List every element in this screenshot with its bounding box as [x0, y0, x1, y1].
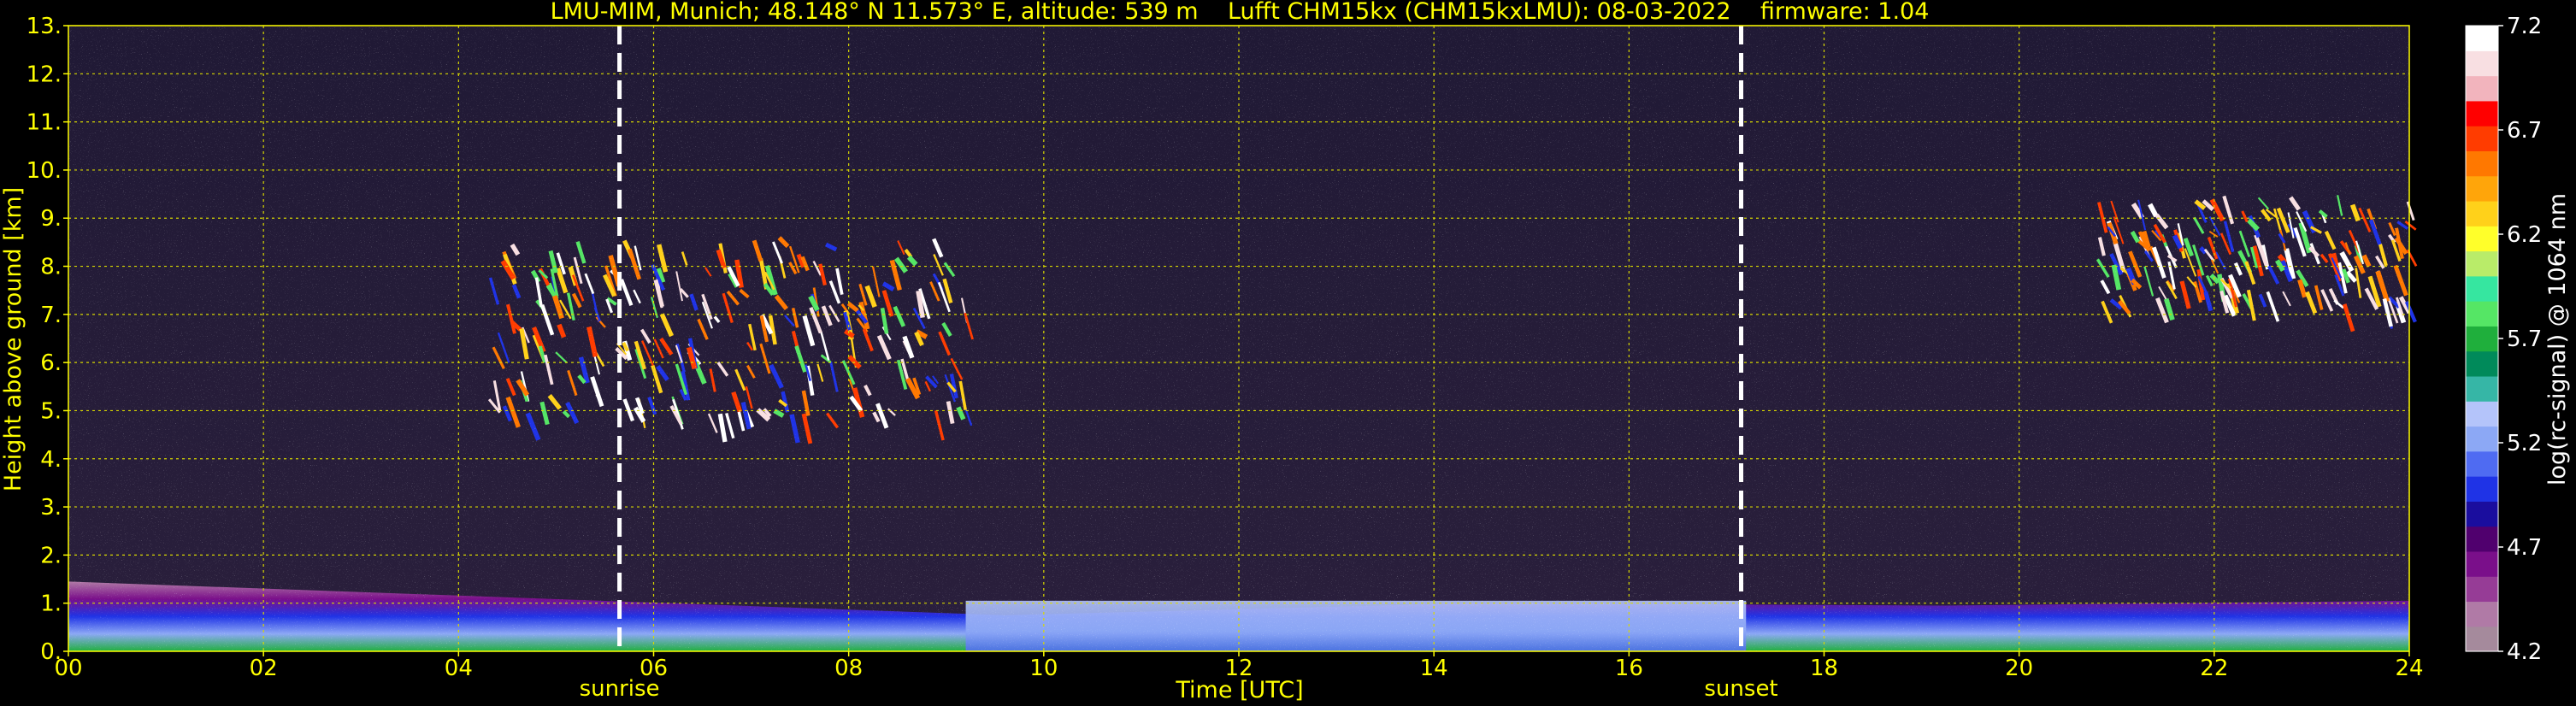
colorbar-tick-label: 6.2 — [2507, 222, 2542, 248]
y-tick-label: 4. — [40, 447, 62, 473]
colorbar-segment — [2466, 526, 2498, 552]
y-tick-label: 9. — [40, 206, 62, 232]
x-tick-label: 18 — [1810, 656, 1838, 681]
colorbar-segment — [2466, 501, 2498, 527]
y-tick-label: 13. — [27, 14, 62, 39]
x-tick-label: 16 — [1615, 656, 1643, 681]
x-tick-label: 22 — [2200, 656, 2228, 681]
y-tick-label: 1. — [40, 591, 62, 617]
y-tick-label: 3. — [40, 495, 62, 521]
y-tick-label: 0. — [40, 639, 62, 665]
colorbar-segment — [2466, 326, 2498, 352]
colorbar-tick-label: 5.7 — [2507, 327, 2542, 352]
colorbar: 4.2 4.7 5.2 5.7 6.2 6.7 7.2 — [2465, 14, 2542, 665]
colorbar-segment — [2466, 426, 2498, 452]
y-tick-label: 2. — [40, 543, 62, 568]
colorbar-segment — [2466, 401, 2498, 427]
x-axis-label: Time [UTC] — [1175, 677, 1303, 703]
y-tick-label: 5. — [40, 398, 62, 424]
colorbar-segment — [2466, 200, 2498, 227]
colorbar-segment — [2466, 250, 2498, 277]
y-tick-label: 6. — [40, 350, 62, 376]
colorbar-tick-label: 6.7 — [2507, 118, 2542, 144]
colorbar-tick-label: 7.2 — [2507, 14, 2542, 39]
colorbar-segment — [2466, 150, 2498, 177]
colorbar-tick-label: 5.2 — [2507, 431, 2542, 456]
x-tick-label: 24 — [2395, 656, 2423, 681]
event-label-sunset: sunset — [1704, 676, 1777, 702]
x-tick-label: 20 — [2005, 656, 2033, 681]
chart-title: LMU-MIM, Munich; 48.148° N 11.573° E, al… — [551, 0, 1930, 25]
ceilometer-chart: sunrise sunset 00 02 04 06 08 10 12 14 16 18 20 22 24… — [0, 0, 2571, 703]
colorbar-segment — [2466, 550, 2498, 577]
y-axis-label: Height above ground [km] — [0, 187, 27, 491]
colorbar-segment — [2466, 50, 2498, 77]
colorbar-segment — [2466, 601, 2498, 627]
y-tick-label: 10. — [27, 158, 62, 184]
x-tick-label: 02 — [250, 656, 278, 681]
x-tick-label: 14 — [1420, 656, 1448, 681]
colorbar-segment — [2466, 375, 2498, 402]
colorbar-segment — [2466, 576, 2498, 603]
x-tick-label: 10 — [1029, 656, 1058, 681]
colorbar-segment — [2466, 75, 2498, 102]
x-tick-label: 04 — [445, 656, 473, 681]
y-tick-label: 7. — [40, 303, 62, 328]
colorbar-segment — [2466, 226, 2498, 252]
y-tick-label: 12. — [27, 62, 62, 87]
colorbar-segment — [2466, 26, 2498, 51]
y-tick-label: 8. — [40, 255, 62, 280]
x-tick-label: 08 — [834, 656, 863, 681]
colorbar-label: log(rc-signal) @ 1064 nm — [2544, 193, 2571, 485]
x-tick-label: 06 — [640, 656, 668, 681]
colorbar-segment — [2466, 350, 2498, 377]
colorbar-segment — [2466, 175, 2498, 202]
y-tick-label: 11. — [27, 110, 62, 136]
colorbar-tick-label: 4.7 — [2507, 535, 2542, 561]
colorbar-segment — [2466, 301, 2498, 327]
colorbar-segment — [2466, 100, 2498, 126]
colorbar-segment — [2466, 126, 2498, 151]
colorbar-segment — [2466, 626, 2498, 652]
colorbar-segment — [2466, 476, 2498, 502]
colorbar-segment — [2466, 450, 2498, 477]
colorbar-segment — [2466, 275, 2498, 302]
colorbar-tick-label: 4.2 — [2507, 639, 2542, 665]
